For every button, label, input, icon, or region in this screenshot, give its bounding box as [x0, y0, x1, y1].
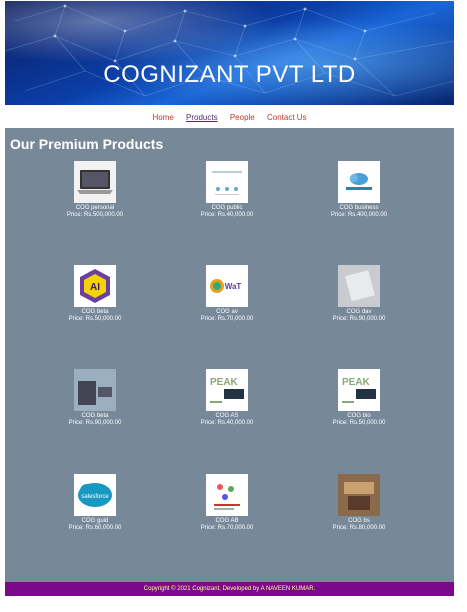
product-name: COG dav: [346, 309, 372, 315]
product-price: Price: Rs.90,000.00: [68, 420, 122, 426]
product-name: COG personal: [75, 205, 115, 211]
product-name: COG beta: [81, 309, 109, 315]
product-price: Price: Rs.400,000.00: [330, 212, 388, 218]
product-name: COG AS: [215, 413, 239, 419]
product-price: Price: Rs.40,000.00: [200, 420, 254, 426]
product-price: Price: Rs.40,000.00: [200, 212, 254, 218]
product-price: Price: Rs.500,000.00: [66, 212, 124, 218]
device-photo-icon[interactable]: [338, 265, 380, 307]
product-price: Price: Rs.80,000.00: [332, 525, 386, 531]
product-price: Price: Rs.70,000.00: [200, 316, 254, 322]
phone-laptop-icon[interactable]: [74, 369, 116, 411]
product-card: WaT COG av Price: Rs.70,000.00: [167, 265, 287, 323]
cloud-logo-icon[interactable]: [338, 161, 380, 203]
product-card: COG dav Price: Rs.90,000.00: [299, 265, 419, 323]
nav-home[interactable]: Home: [152, 109, 173, 127]
header-banner: COGNIZANT PVT LTD: [5, 1, 454, 105]
svg-text:AI: AI: [90, 282, 100, 293]
product-name: COG public: [211, 205, 243, 211]
product-price: Price: Rs.50,000.00: [332, 420, 386, 426]
product-price: Price: Rs.60,000.00: [68, 525, 122, 531]
product-card: COG public Price: Rs.40,000.00: [167, 161, 287, 219]
main-nav: Home Products People Contact Us: [5, 109, 454, 127]
product-name: COG guid: [81, 518, 109, 524]
product-name: COG AB: [215, 518, 239, 524]
product-card: COG beta Price: Rs.90,000.00: [35, 369, 155, 427]
product-name: COG business: [339, 205, 379, 211]
product-name: COG bs: [348, 518, 370, 524]
network-pattern-icon: [5, 4, 454, 97]
product-card: COG bs Price: Rs.80,000.00: [299, 474, 419, 532]
product-card: COG personal Price: Rs.500,000.00: [35, 161, 155, 219]
office-photo-icon[interactable]: [338, 474, 380, 516]
watech-logo-icon[interactable]: WaT: [206, 265, 248, 307]
site-title: COGNIZANT PVT LTD: [103, 61, 356, 88]
nav-people[interactable]: People: [230, 109, 255, 127]
product-price: Price: Rs.90,000.00: [332, 316, 386, 322]
product-card: PEAK COG bio Price: Rs.50,000.00: [299, 369, 419, 427]
presentation-icon[interactable]: [206, 161, 248, 203]
page-frame: COGNIZANT PVT LTD Home Products People C…: [5, 1, 454, 601]
product-card: PEAK COG AS Price: Rs.40,000.00: [167, 369, 287, 427]
peak-matrix-icon[interactable]: PEAK: [206, 369, 248, 411]
svg-text:PEAK: PEAK: [210, 377, 239, 388]
ai-badge-icon[interactable]: AI: [74, 265, 116, 307]
nav-products[interactable]: Products: [186, 109, 218, 127]
svg-text:salesforce: salesforce: [81, 494, 109, 500]
peak-matrix-icon[interactable]: PEAK: [338, 369, 380, 411]
svg-text:WaT: WaT: [225, 282, 242, 291]
product-name: COG bio: [347, 413, 371, 419]
product-name: COG beta: [81, 413, 109, 419]
svg-text:PEAK: PEAK: [342, 377, 371, 388]
salesforce-logo-icon[interactable]: salesforce: [74, 474, 116, 516]
product-card: COG AB Price: Rs.70,000.00: [167, 474, 287, 532]
nav-contact-us[interactable]: Contact Us: [267, 109, 307, 127]
product-name: COG av: [216, 309, 238, 315]
footer: Copyright © 2021 Cognizant, Developed by…: [5, 582, 454, 596]
chart-doc-icon[interactable]: [206, 474, 248, 516]
product-price: Price: Rs.50,000.00: [68, 316, 122, 322]
products-heading: Our Premium Products: [10, 136, 164, 152]
products-panel: Our Premium Products COG personal Price: …: [5, 128, 454, 582]
product-card: COG business Price: Rs.400,000.00: [299, 161, 419, 219]
product-card: AI COG beta Price: Rs.50,000.00: [35, 265, 155, 323]
product-price: Price: Rs.70,000.00: [200, 525, 254, 531]
laptop-icon[interactable]: [74, 161, 116, 203]
product-card: salesforce COG guid Price: Rs.60,000.00: [35, 474, 155, 532]
